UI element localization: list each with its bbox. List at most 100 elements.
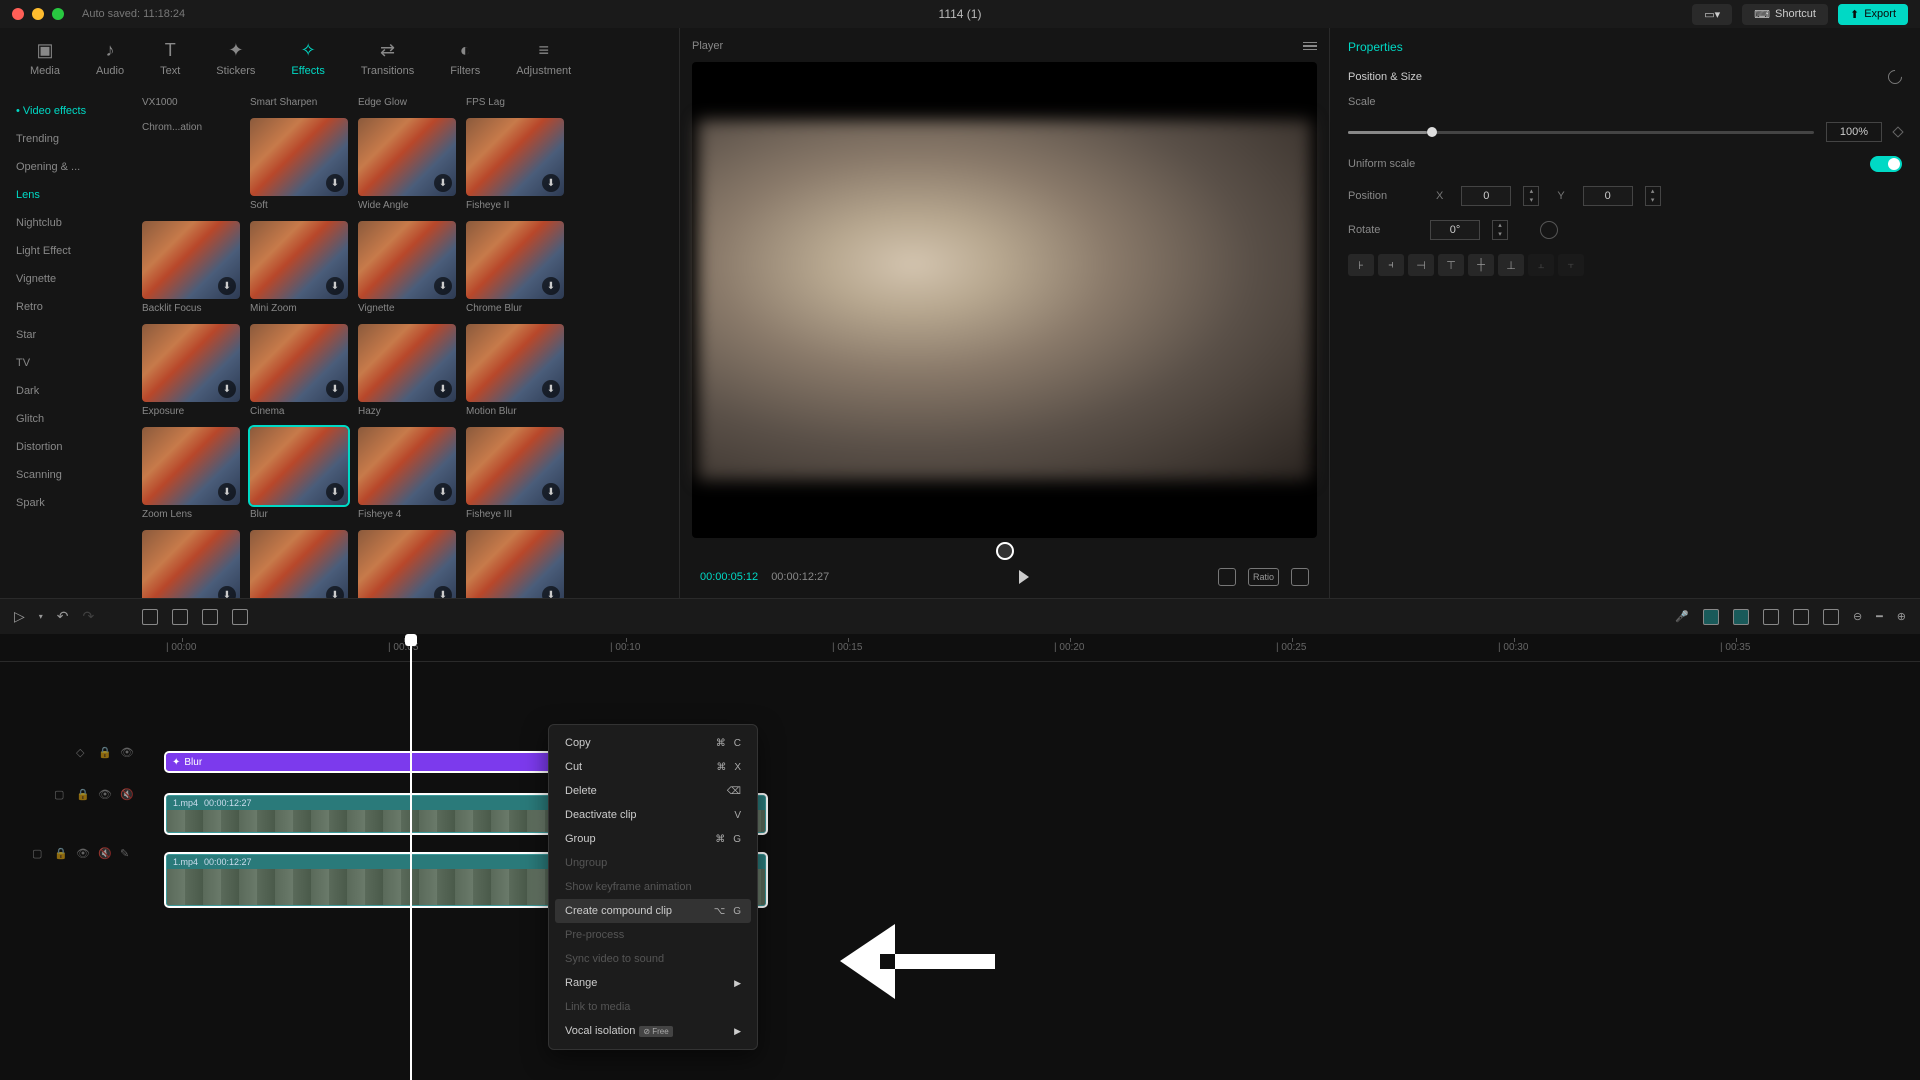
track-lock-icon[interactable]: 🔒 bbox=[98, 746, 112, 760]
menu-copy[interactable]: Copy⌘C bbox=[555, 731, 751, 755]
download-icon[interactable]: ⬇ bbox=[434, 174, 452, 192]
effect-backlit-focus[interactable]: ⬇Backlit Focus bbox=[142, 221, 240, 314]
y-stepper[interactable]: ▴▾ bbox=[1645, 186, 1661, 206]
download-icon[interactable]: ⬇ bbox=[218, 483, 236, 501]
maximize-window[interactable] bbox=[52, 8, 64, 20]
tab-adjustment[interactable]: ≡Adjustment bbox=[498, 36, 589, 81]
category-spark[interactable]: Spark bbox=[0, 489, 130, 517]
tool-dropdown-icon[interactable]: ▾ bbox=[39, 612, 43, 621]
effect-zoom-lens[interactable]: ⬇Zoom Lens bbox=[142, 427, 240, 520]
zoom-out-icon[interactable]: ⊖ bbox=[1853, 610, 1862, 623]
track-mute-icon[interactable]: 🔇 bbox=[98, 847, 112, 861]
effect-fisheye-4[interactable]: ⬇Fisheye 4 bbox=[358, 427, 456, 520]
category-lens[interactable]: Lens bbox=[0, 181, 130, 209]
zoom-fit-icon[interactable]: ⊕ bbox=[1897, 610, 1906, 623]
align-top-icon[interactable]: ⊤ bbox=[1438, 254, 1464, 276]
effect-blink[interactable]: ⬇Blink bbox=[358, 530, 456, 598]
rotate-dial-icon[interactable] bbox=[1540, 221, 1558, 239]
category-tv[interactable]: TV bbox=[0, 349, 130, 377]
track-mute-icon[interactable]: 🔇 bbox=[120, 788, 134, 802]
download-icon[interactable]: ⬇ bbox=[218, 380, 236, 398]
tab-transitions[interactable]: ⇄Transitions bbox=[343, 36, 432, 81]
tool-icon-1[interactable] bbox=[1793, 609, 1809, 625]
menu-delete[interactable]: Delete⌫ bbox=[555, 779, 751, 803]
selection-tool-icon[interactable]: ▷ bbox=[14, 608, 25, 625]
category-scanning[interactable]: Scanning bbox=[0, 461, 130, 489]
tool-icon-2[interactable] bbox=[1823, 609, 1839, 625]
align-left-icon[interactable]: ⊦ bbox=[1348, 254, 1374, 276]
download-icon[interactable]: ⬇ bbox=[326, 380, 344, 398]
download-icon[interactable]: ⬇ bbox=[326, 174, 344, 192]
download-icon[interactable]: ⬇ bbox=[326, 483, 344, 501]
tab-audio[interactable]: ♪Audio bbox=[78, 36, 142, 81]
category-star[interactable]: Star bbox=[0, 321, 130, 349]
split-left-icon[interactable] bbox=[172, 609, 188, 625]
track-edit-icon[interactable]: ✎ bbox=[120, 847, 134, 861]
close-window[interactable] bbox=[12, 8, 24, 20]
transform-handle-icon[interactable] bbox=[996, 542, 1014, 560]
track-lock-icon[interactable]: 🔒 bbox=[54, 847, 68, 861]
download-icon[interactable]: ⬇ bbox=[542, 174, 560, 192]
align-center-v-icon[interactable]: ┼ bbox=[1468, 254, 1494, 276]
effect-hazy[interactable]: ⬇Hazy bbox=[358, 324, 456, 417]
rotate-stepper[interactable]: ▴▾ bbox=[1492, 220, 1508, 240]
tab-filters[interactable]: ◐Filters bbox=[432, 36, 498, 81]
player-menu-icon[interactable] bbox=[1303, 42, 1317, 51]
menu-group[interactable]: Group⌘G bbox=[555, 827, 751, 851]
category-trending[interactable]: Trending bbox=[0, 125, 130, 153]
category-glitch[interactable]: Glitch bbox=[0, 405, 130, 433]
tab-media[interactable]: ▣Media bbox=[12, 36, 78, 81]
download-icon[interactable]: ⬇ bbox=[434, 380, 452, 398]
align-bottom-icon[interactable]: ⊥ bbox=[1498, 254, 1524, 276]
category-light-effect[interactable]: Light Effect bbox=[0, 237, 130, 265]
snapshot-icon[interactable] bbox=[1218, 568, 1236, 586]
menu-vocal-isolation[interactable]: Vocal isolation⊘ Free▶ bbox=[555, 1019, 751, 1043]
menu-create-compound[interactable]: Create compound clip⌥G bbox=[555, 899, 751, 923]
category-vignette[interactable]: Vignette bbox=[0, 265, 130, 293]
effect-soft[interactable]: ⬇Soft bbox=[250, 118, 348, 211]
effect-cinema[interactable]: ⬇Cinema bbox=[250, 324, 348, 417]
download-icon[interactable]: ⬇ bbox=[542, 586, 560, 598]
download-icon[interactable]: ⬇ bbox=[434, 586, 452, 598]
scale-slider[interactable] bbox=[1348, 131, 1814, 134]
shortcut-button[interactable]: ⌨ Shortcut bbox=[1742, 4, 1828, 25]
x-stepper[interactable]: ▴▾ bbox=[1523, 186, 1539, 206]
align-right-icon[interactable]: ⊣ bbox=[1408, 254, 1434, 276]
align-center-h-icon[interactable]: ⫞ bbox=[1378, 254, 1404, 276]
menu-range[interactable]: Range▶ bbox=[555, 971, 751, 995]
split-right-icon[interactable] bbox=[202, 609, 218, 625]
rotate-input[interactable]: 0° bbox=[1430, 220, 1480, 240]
category-dark[interactable]: Dark bbox=[0, 377, 130, 405]
download-icon[interactable]: ⬇ bbox=[326, 586, 344, 598]
effect-exposure[interactable]: ⬇Exposure bbox=[142, 324, 240, 417]
play-button[interactable] bbox=[1019, 570, 1029, 584]
track-expand-icon[interactable]: ◇ bbox=[76, 746, 90, 760]
playhead[interactable] bbox=[410, 634, 412, 1080]
track-lock-icon[interactable]: 🔒 bbox=[76, 788, 90, 802]
mic-icon[interactable]: 🎤 bbox=[1675, 610, 1689, 623]
effect-fisheye[interactable]: ⬇Fisheye bbox=[142, 530, 240, 598]
menu-cut[interactable]: Cut⌘X bbox=[555, 755, 751, 779]
scale-value[interactable]: 100% bbox=[1826, 122, 1882, 142]
uniform-scale-toggle[interactable] bbox=[1870, 156, 1902, 172]
menu-deactivate[interactable]: Deactivate clipV bbox=[555, 803, 751, 827]
category-distortion[interactable]: Distortion bbox=[0, 433, 130, 461]
effect-binoculars[interactable]: ⬇Binoculars bbox=[466, 530, 564, 598]
download-icon[interactable]: ⬇ bbox=[218, 277, 236, 295]
track-expand-icon[interactable]: ▢ bbox=[54, 788, 68, 802]
effect-blur[interactable]: ⬇Blur bbox=[250, 427, 348, 520]
effect-fisheye-iii[interactable]: ⬇Fisheye III bbox=[466, 427, 564, 520]
effect-wide-angle[interactable]: ⬇Wide Angle bbox=[358, 118, 456, 211]
effect-chrome-blur[interactable]: ⬇Chrome Blur bbox=[466, 221, 564, 314]
effect-fisheye-ii[interactable]: ⬇Fisheye II bbox=[466, 118, 564, 211]
fullscreen-icon[interactable] bbox=[1291, 568, 1309, 586]
position-x-input[interactable]: 0 bbox=[1461, 186, 1511, 206]
section-position-size[interactable]: Position & Size bbox=[1348, 71, 1422, 83]
ratio-button[interactable]: Ratio bbox=[1248, 568, 1279, 586]
redo-icon[interactable]: ↷ bbox=[83, 608, 95, 625]
download-icon[interactable]: ⬇ bbox=[542, 483, 560, 501]
track-expand-icon[interactable]: ▢ bbox=[32, 847, 46, 861]
track-visibility-icon[interactable]: 👁 bbox=[98, 788, 112, 802]
effect-vignette[interactable]: ⬇Vignette bbox=[358, 221, 456, 314]
tab-effects[interactable]: ✧Effects bbox=[273, 36, 342, 81]
